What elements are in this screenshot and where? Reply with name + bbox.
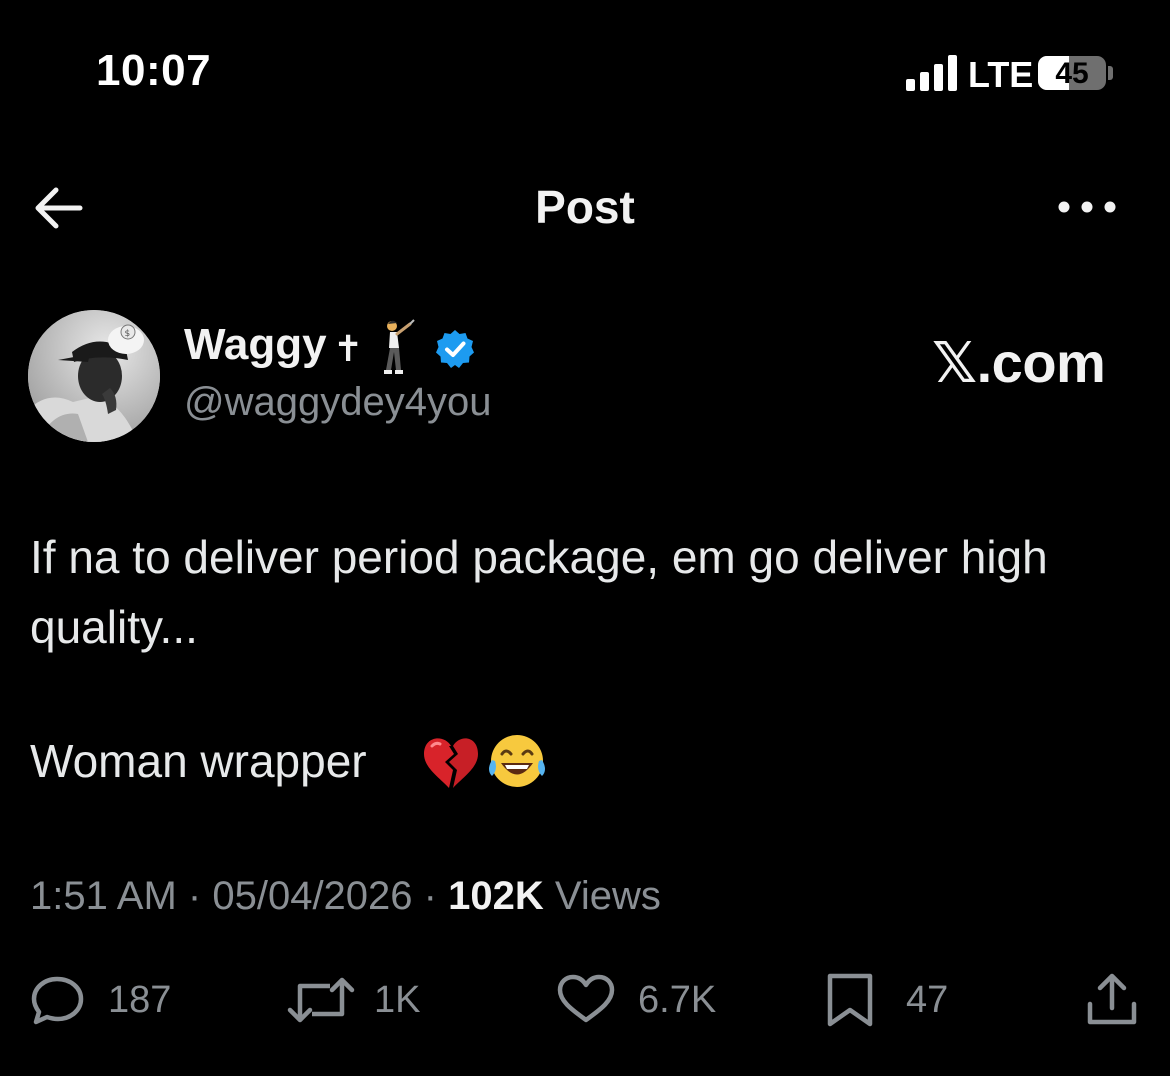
meta-separator: · [423, 874, 437, 918]
like-count: 6.7K [638, 978, 717, 1021]
author-name[interactable]: Waggy [184, 320, 327, 370]
x-com-watermark: 𝕏.com [932, 331, 1106, 394]
broken-heart-emoji-icon [420, 730, 482, 792]
post-text-second-paragraph: Woman wrapper [30, 735, 367, 787]
bookmark-icon [827, 973, 873, 1027]
network-type: LTE [968, 54, 1034, 95]
repost-icon [287, 977, 355, 1023]
like-button[interactable]: 6.7K [556, 970, 716, 1030]
repost-button[interactable]: 1K [286, 970, 420, 1030]
reply-icon [31, 976, 84, 1025]
avatar-photo: $ [28, 310, 160, 442]
post-text: If na to deliver period package, em go d… [30, 531, 1048, 653]
repost-count: 1K [374, 978, 421, 1021]
heart-icon [557, 974, 615, 1023]
page-title: Post [535, 181, 635, 233]
share-icon [1087, 973, 1137, 1025]
views-label: Views [554, 874, 661, 918]
battery-cap [1108, 66, 1113, 80]
reply-count: 187 [108, 978, 172, 1021]
tears-of-joy-emoji-icon [486, 730, 548, 792]
more-dots-icon [1058, 201, 1116, 213]
author-handle[interactable]: @waggydey4you [184, 380, 491, 425]
meta-separator: · [187, 874, 202, 918]
bookmark-button[interactable]: 47 [824, 970, 948, 1030]
share-button[interactable] [1084, 970, 1140, 1030]
battery-percent: 45 [1055, 57, 1089, 90]
post-time: 1:51 AM [30, 874, 177, 918]
verified-badge-icon [434, 328, 476, 370]
post-date: 05/04/2026 [212, 874, 413, 918]
views-count[interactable]: 102K [448, 874, 544, 918]
reply-button[interactable]: 187 [30, 970, 171, 1030]
svg-text:$: $ [125, 329, 131, 339]
status-time: 10:07 [96, 46, 212, 95]
cross-symbol: ✝ [333, 328, 364, 369]
battery-icon: 45 [1038, 56, 1106, 90]
post-meta: 1:51 AM · 05/04/2026 · 102K Views [30, 874, 661, 919]
golfer-emoji-icon [370, 318, 418, 376]
more-options-button[interactable] [1052, 190, 1122, 224]
signal-strength-icon [906, 55, 958, 91]
avatar[interactable]: $ [28, 310, 160, 442]
bookmark-count: 47 [906, 978, 949, 1021]
